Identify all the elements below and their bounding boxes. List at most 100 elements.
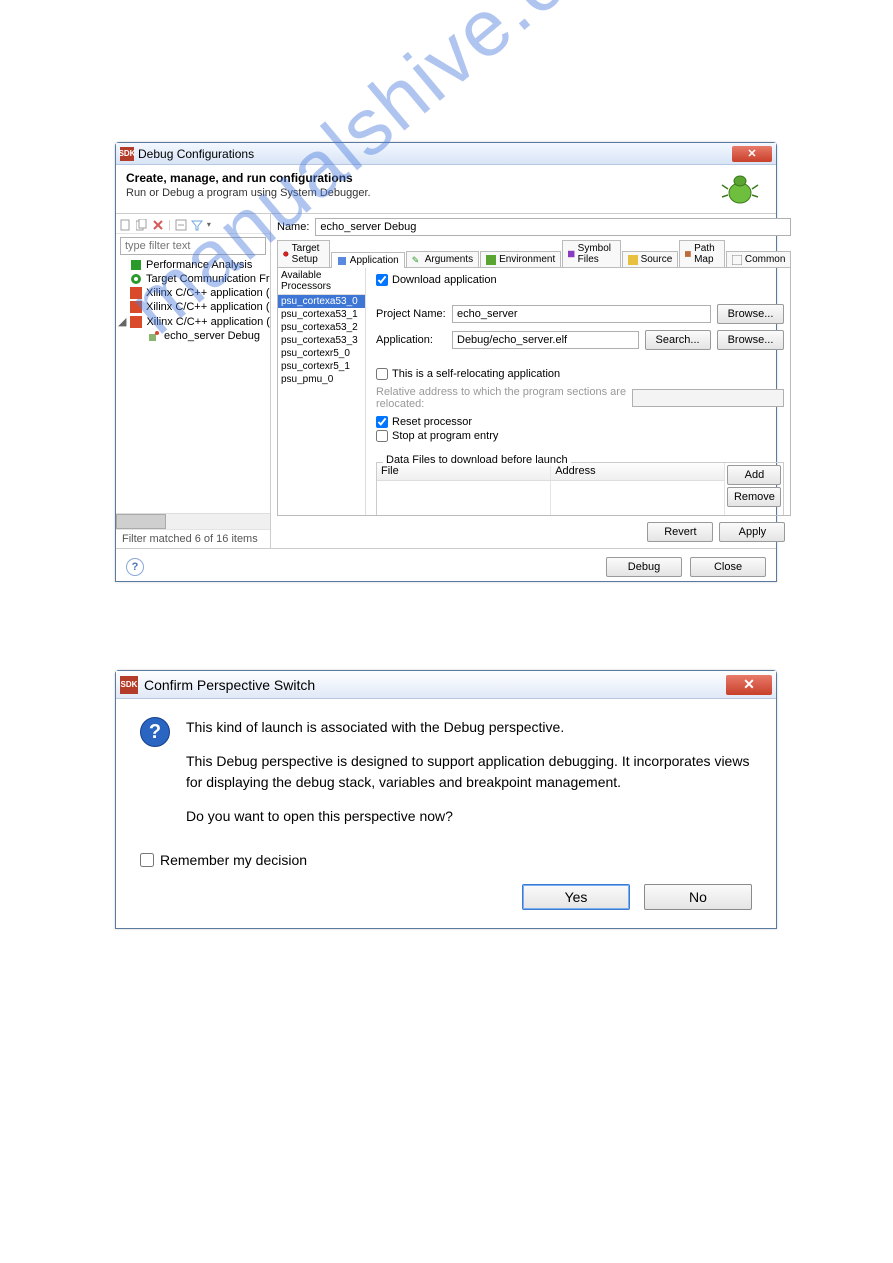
stop-entry-input[interactable] bbox=[376, 430, 388, 442]
config-tree[interactable]: Performance Analysis Target Communicatio… bbox=[116, 258, 270, 513]
app-tab-icon bbox=[337, 256, 347, 266]
processors-panel: Available Processors psu_cortexa53_0 psu… bbox=[278, 268, 366, 515]
duplicate-icon[interactable] bbox=[136, 219, 148, 231]
application-input[interactable] bbox=[452, 331, 639, 349]
banner: Create, manage, and run configurations R… bbox=[116, 165, 776, 214]
tab-application[interactable]: Application bbox=[331, 252, 405, 268]
download-app-input[interactable] bbox=[376, 274, 388, 286]
filter-icon[interactable] bbox=[191, 219, 203, 231]
tab-arguments[interactable]: ✎Arguments bbox=[406, 251, 479, 267]
dialog-message: This kind of launch is associated with t… bbox=[186, 717, 752, 840]
tree-item-child[interactable]: echo_server Debug bbox=[118, 329, 270, 343]
processor-item[interactable]: psu_cortexa53_2 bbox=[278, 321, 365, 334]
application-browse-button[interactable]: Browse... bbox=[717, 330, 785, 350]
tab-label: Environment bbox=[499, 254, 555, 265]
tree-label: Xilinx C/C++ application (System bbox=[146, 301, 270, 313]
tree-item[interactable]: Performance Analysis bbox=[118, 258, 270, 272]
tree-label: Target Communication Framewo bbox=[146, 273, 270, 285]
remember-checkbox[interactable]: Remember my decision bbox=[140, 852, 752, 868]
no-button[interactable]: No bbox=[644, 884, 752, 910]
add-button[interactable]: Add bbox=[727, 465, 781, 485]
tree-item[interactable]: Xilinx C/C++ application (GDB) bbox=[118, 286, 270, 300]
table-cell[interactable] bbox=[377, 481, 551, 516]
tab-bar: Target Setup Application ✎Arguments Envi… bbox=[277, 240, 791, 268]
titlebar[interactable]: SDK Debug Configurations ✕ bbox=[116, 143, 776, 165]
filter-match-label: Filter matched 6 of 16 items bbox=[116, 529, 270, 548]
banner-title: Create, manage, and run configurations bbox=[126, 171, 720, 185]
sym-icon bbox=[568, 249, 574, 259]
yes-button[interactable]: Yes bbox=[522, 884, 630, 910]
tab-path-map[interactable]: Path Map bbox=[679, 240, 725, 267]
tree-item[interactable]: Target Communication Framewo bbox=[118, 272, 270, 286]
tab-application-pane: Available Processors psu_cortexa53_0 psu… bbox=[277, 268, 791, 516]
tab-label: Symbol Files bbox=[578, 243, 615, 265]
new-icon[interactable] bbox=[120, 219, 132, 231]
data-files-group: Data Files to download before launch Fil… bbox=[376, 462, 784, 516]
processor-item[interactable]: psu_cortexa53_1 bbox=[278, 308, 365, 321]
self-relocating-input[interactable] bbox=[376, 368, 388, 380]
project-input[interactable] bbox=[452, 305, 711, 323]
processor-item[interactable]: psu_cortexr5_0 bbox=[278, 347, 365, 360]
xilinx-icon bbox=[130, 287, 142, 299]
reloc-address-input bbox=[632, 389, 784, 407]
project-browse-button[interactable]: Browse... bbox=[717, 304, 785, 324]
processor-item[interactable]: psu_cortexr5_1 bbox=[278, 360, 365, 373]
collapse-arrow-icon[interactable]: ◢ bbox=[118, 315, 126, 328]
question-icon: ? bbox=[140, 717, 170, 747]
reset-processor-input[interactable] bbox=[376, 416, 388, 428]
checkbox-label: Download application bbox=[392, 274, 497, 286]
dialog-buttons: Yes No bbox=[116, 882, 776, 928]
processors-list[interactable]: psu_cortexa53_0 psu_cortexa53_1 psu_cort… bbox=[278, 295, 365, 515]
collapse-icon[interactable] bbox=[175, 219, 187, 231]
processor-item[interactable]: psu_cortexa53_0 bbox=[278, 295, 365, 308]
close-dialog-button[interactable]: Close bbox=[690, 557, 766, 577]
processor-item[interactable]: psu_pmu_0 bbox=[278, 373, 365, 386]
apply-button[interactable]: Apply bbox=[719, 522, 785, 542]
tab-symbol-files[interactable]: Symbol Files bbox=[562, 240, 620, 267]
message-line: This kind of launch is associated with t… bbox=[186, 717, 752, 737]
tab-common[interactable]: Common bbox=[726, 251, 792, 267]
processor-item[interactable]: psu_cortexa53_3 bbox=[278, 334, 365, 347]
close-icon: ✕ bbox=[743, 676, 755, 693]
perf-icon bbox=[130, 259, 142, 271]
src-icon bbox=[628, 255, 638, 265]
remove-button[interactable]: Remove bbox=[727, 487, 781, 507]
tab-label: Arguments bbox=[425, 254, 473, 265]
args-icon: ✎ bbox=[412, 255, 422, 265]
download-app-checkbox[interactable]: Download application bbox=[376, 274, 784, 286]
close-icon: ✕ bbox=[747, 147, 756, 160]
reset-processor-checkbox[interactable]: Reset processor bbox=[376, 416, 784, 428]
tab-source[interactable]: Source bbox=[622, 251, 679, 267]
tab-environment[interactable]: Environment bbox=[480, 251, 561, 267]
horizontal-scrollbar[interactable] bbox=[116, 513, 270, 529]
target-icon bbox=[130, 273, 142, 285]
table-cell[interactable] bbox=[551, 481, 725, 516]
stop-entry-checkbox[interactable]: Stop at program entry bbox=[376, 430, 784, 442]
revert-button[interactable]: Revert bbox=[647, 522, 713, 542]
reloc-note: Relative address to which the program se… bbox=[376, 386, 626, 410]
delete-icon[interactable] bbox=[152, 219, 164, 231]
name-input[interactable] bbox=[315, 218, 791, 236]
debug-button[interactable]: Debug bbox=[606, 557, 682, 577]
close-button[interactable]: ✕ bbox=[726, 675, 772, 695]
confirm-perspective-window: SDK Confirm Perspective Switch ✕ ? This … bbox=[115, 670, 777, 929]
col-address[interactable]: Address bbox=[551, 463, 725, 481]
close-button[interactable]: ✕ bbox=[732, 146, 772, 162]
tab-label: Path Map bbox=[694, 243, 719, 265]
xilinx-icon bbox=[130, 301, 142, 313]
tree-item-expanded[interactable]: ◢ Xilinx C/C++ application (System bbox=[118, 314, 270, 329]
tab-target-setup[interactable]: Target Setup bbox=[277, 240, 330, 267]
dialog-footer: ? Debug Close bbox=[116, 549, 776, 585]
remember-input[interactable] bbox=[140, 853, 154, 867]
processors-header: Available Processors bbox=[278, 268, 365, 295]
name-label: Name: bbox=[277, 221, 309, 233]
scroll-thumb[interactable] bbox=[116, 514, 166, 529]
filter-input[interactable] bbox=[120, 237, 266, 255]
config-side-panel: | ▾ Performance Analysis Target Communic… bbox=[116, 214, 271, 548]
tree-item[interactable]: Xilinx C/C++ application (System bbox=[118, 300, 270, 314]
application-search-button[interactable]: Search... bbox=[645, 330, 711, 350]
self-relocating-checkbox[interactable]: This is a self-relocating application bbox=[376, 368, 784, 380]
dropdown-arrow-icon[interactable]: ▾ bbox=[207, 220, 211, 229]
titlebar[interactable]: SDK Confirm Perspective Switch ✕ bbox=[116, 671, 776, 699]
help-icon[interactable]: ? bbox=[126, 558, 144, 576]
